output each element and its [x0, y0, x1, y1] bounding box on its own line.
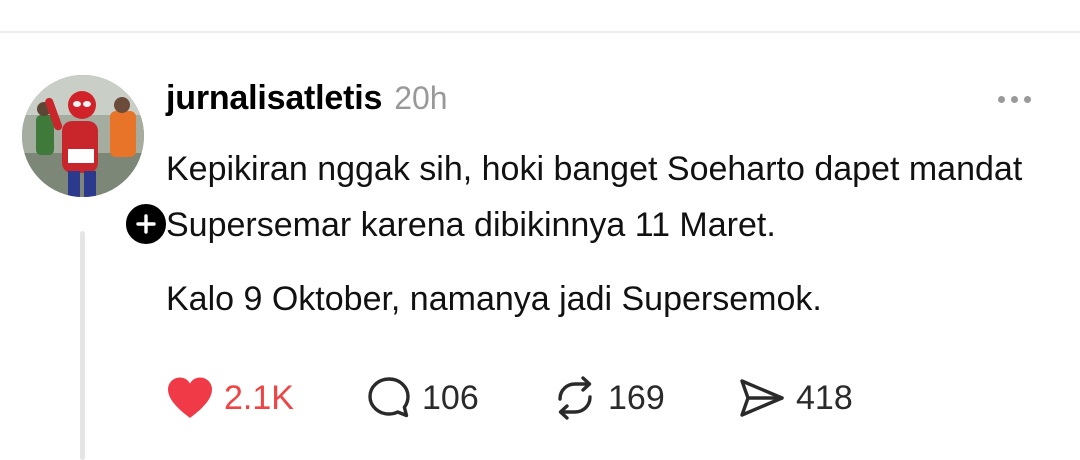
- plus-icon: [136, 214, 156, 234]
- post-paragraph: Kalo 9 Oktober, namanya jadi Supersemok.: [166, 280, 822, 318]
- follow-button[interactable]: [122, 200, 170, 248]
- timestamp: 20h: [394, 80, 448, 116]
- more-horizontal-icon: [1010, 95, 1018, 103]
- more-options-button[interactable]: [990, 83, 1038, 115]
- post: jurnalisatletis 20h Kepikiran nggak sih,…: [0, 33, 1080, 460]
- action-bar: 2.1K 106 169 418: [166, 371, 898, 425]
- like-button[interactable]: 2.1K: [166, 376, 366, 420]
- more-horizontal-icon: [997, 95, 1005, 103]
- repost-button[interactable]: 169: [552, 375, 738, 421]
- share-button[interactable]: 418: [738, 377, 898, 419]
- comment-icon: [368, 377, 410, 418]
- heart-icon: [168, 377, 212, 418]
- username[interactable]: jurnalisatletis: [166, 79, 382, 118]
- post-body: Kepikiran nggak sih, hoki banget Soehart…: [166, 141, 1066, 327]
- thread-line: [80, 231, 85, 460]
- share-count: 418: [796, 378, 853, 417]
- more-horizontal-icon: [1023, 95, 1031, 103]
- reply-button[interactable]: 106: [366, 375, 552, 421]
- post-paragraph: Kepikiran nggak sih, hoki banget Soehart…: [166, 150, 1023, 244]
- repost-count: 169: [608, 378, 665, 417]
- like-count: 2.1K: [224, 378, 294, 417]
- avatar[interactable]: [22, 75, 144, 197]
- repost-icon: [558, 376, 592, 420]
- send-icon: [740, 379, 784, 417]
- reply-count: 106: [422, 378, 479, 417]
- avatar-photo-icon: [22, 75, 144, 197]
- post-header: jurnalisatletis 20h: [166, 79, 448, 123]
- avatar-container: [22, 75, 170, 248]
